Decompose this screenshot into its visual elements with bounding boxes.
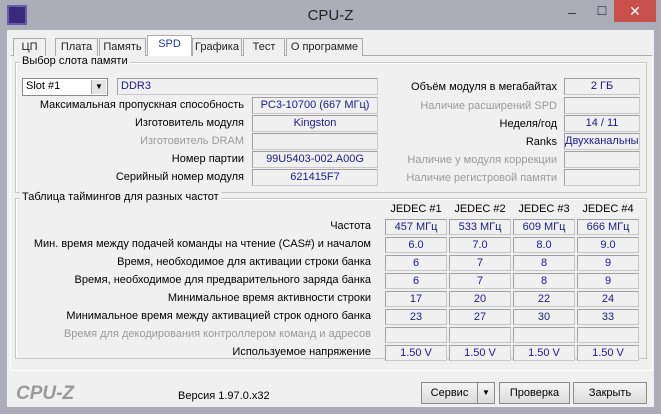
timing-value: 457 МГц [385, 219, 447, 235]
close-window-button[interactable]: ✕ [614, 0, 656, 22]
field-label: Неделя/год [499, 118, 558, 130]
timing-row-label: Минимальное время активности строки [167, 292, 371, 304]
timing-value: 24 [577, 291, 639, 307]
timing-row-label: Время для декодирования контроллером ком… [63, 328, 371, 340]
timing-value: 30 [513, 309, 575, 325]
service-button[interactable]: Сервис ▼ [421, 382, 495, 404]
service-label: Сервис [430, 387, 469, 399]
field-label: Серийный номер модуля [115, 171, 244, 183]
field-value: Kingston [252, 115, 378, 132]
slot-select-value: Slot #1 [26, 80, 61, 92]
tab-2[interactable]: Память [99, 38, 146, 56]
minimize-button[interactable]: – [560, 4, 584, 22]
field-value [564, 97, 640, 114]
field-label: Ranks [525, 136, 557, 148]
timing-value: 9 [577, 255, 639, 271]
timing-row-label: Время, необходимое для активации строки … [117, 256, 371, 268]
timing-value: 609 МГц [513, 219, 575, 235]
group-title: Выбор слота памяти [20, 55, 130, 67]
timing-value [449, 327, 511, 343]
version-label: Версия 1.97.0.x32 [178, 390, 270, 402]
timing-value [385, 327, 447, 343]
field-label: Наличие у модуля коррекции [407, 154, 557, 166]
group-title: Таблица таймингов для разных частот [20, 191, 221, 203]
timing-value: 6 [385, 255, 447, 271]
column-header: JEDEC #3 [518, 203, 570, 215]
field-value: 99U5403-002.A00G [252, 151, 378, 168]
timing-value: 1.50 V [385, 345, 447, 361]
validate-button[interactable]: Проверка [499, 382, 570, 404]
title-bar: CPU-Z – ☐ ✕ [0, 0, 661, 30]
timing-row-label: Используемое напряжение [232, 346, 371, 358]
timing-value: 7.0 [449, 237, 511, 253]
field-label: Номер партии [171, 153, 244, 165]
field-value [252, 133, 378, 150]
field-label: Объём модуля в мегабайтах [411, 81, 557, 93]
timing-value: 8 [513, 255, 575, 271]
service-dropdown-chevron-icon[interactable]: ▼ [477, 383, 494, 403]
maximize-button[interactable]: ☐ [590, 4, 614, 22]
field-value: 14 / 11 [564, 115, 640, 132]
field-value: Двухканальный [564, 133, 640, 150]
tab-3[interactable]: SPD [147, 35, 192, 56]
field-value: 621415F7 [252, 169, 378, 186]
timing-value: 22 [513, 291, 575, 307]
timing-value: 7 [449, 273, 511, 289]
column-header: JEDEC #1 [390, 203, 442, 215]
timing-value [513, 327, 575, 343]
timing-value: 20 [449, 291, 511, 307]
timing-row-label: Время, необходимое для предварительного … [74, 274, 371, 286]
slot-select[interactable]: Slot #1 ▼ [22, 78, 108, 96]
timing-value [577, 327, 639, 343]
timing-value: 666 МГц [577, 219, 639, 235]
timing-row-label: Минимальное время между активацией строк… [66, 310, 371, 322]
timing-row-label: Мин. время между подачей команды на чтен… [33, 238, 371, 250]
tab-4[interactable]: Графика [192, 38, 242, 56]
field-label: Изготовитель DRAM [140, 135, 244, 147]
field-value: 2 ГБ [564, 78, 640, 95]
chevron-down-icon[interactable]: ▼ [91, 80, 106, 94]
field-value: PC3-10700 (667 МГц) [252, 97, 378, 114]
timing-value: 7 [449, 255, 511, 271]
timing-value: 9 [577, 273, 639, 289]
field-label: Наличие расширений SPD [420, 100, 557, 112]
cpuz-logo: CPU-Z [16, 383, 75, 404]
field-value [564, 151, 640, 168]
column-header: JEDEC #4 [582, 203, 634, 215]
timing-value: 33 [577, 309, 639, 325]
tab-0[interactable]: ЦП [13, 38, 46, 56]
timing-value: 6 [385, 273, 447, 289]
memory-type-field: DDR3 [117, 78, 378, 95]
tab-5[interactable]: Тест [243, 38, 285, 56]
timing-value: 23 [385, 309, 447, 325]
timing-value: 27 [449, 309, 511, 325]
timing-value: 1.50 V [577, 345, 639, 361]
field-label: Наличие регистровой памяти [406, 172, 557, 184]
timing-value: 533 МГц [449, 219, 511, 235]
tab-1[interactable]: Плата [55, 38, 98, 56]
column-header: JEDEC #2 [454, 203, 506, 215]
timing-value: 17 [385, 291, 447, 307]
timing-value: 1.50 V [449, 345, 511, 361]
timing-value: 1.50 V [513, 345, 575, 361]
timing-value: 8.0 [513, 237, 575, 253]
timing-value: 6.0 [385, 237, 447, 253]
field-value [564, 169, 640, 186]
close-button[interactable]: Закрыть [573, 382, 647, 404]
field-label: Максимальная пропускная способность [39, 99, 244, 111]
timing-value: 9.0 [577, 237, 639, 253]
field-label: Изготовитель модуля [135, 117, 244, 129]
timing-value: 8 [513, 273, 575, 289]
tab-6[interactable]: О программе [286, 38, 363, 56]
timing-row-label: Частота [330, 220, 371, 232]
